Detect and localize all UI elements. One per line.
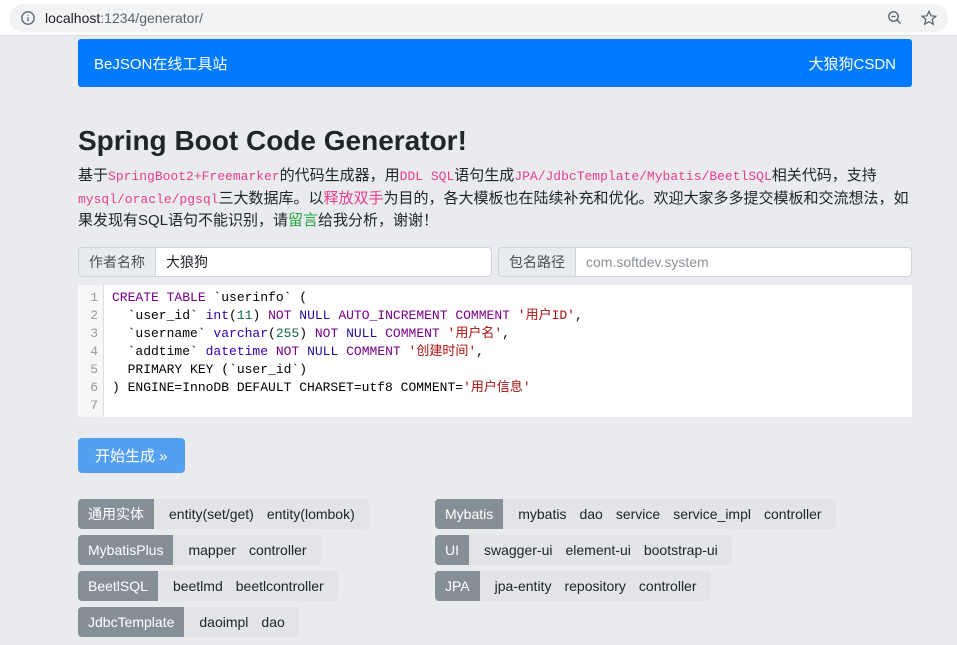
code-line: `user_id` int(11) NOT NULL AUTO_INCREMEN… [112, 307, 912, 325]
template-group-JdbcTemplate: JdbcTemplate daoimpl dao [78, 607, 299, 637]
template-item-beetlcontroller[interactable]: beetlcontroller [236, 578, 324, 594]
group-label: Mybatis [435, 499, 503, 529]
template-item-service_impl[interactable]: service_impl [673, 506, 751, 522]
intro-segment-link-green[interactable]: 留言 [288, 212, 318, 229]
line-number: 6 [78, 379, 103, 397]
template-groups-left: 通用实体 entity(set/get) entity(lombok) Mybatis… [78, 499, 435, 643]
group-items: daoimpl dao [184, 607, 298, 637]
template-group-MybatisPlus: MybatisPlus mapper controller [78, 535, 321, 565]
line-number: 7 [78, 397, 103, 415]
group-label: JdbcTemplate [78, 607, 184, 637]
info-icon[interactable] [19, 9, 37, 27]
line-number: 2 [78, 307, 103, 325]
template-group-Mybatis: Mybatis mybatis dao service service_impl cont… [435, 499, 836, 529]
template-item-controller[interactable]: controller [639, 578, 697, 594]
intro-segment-code: mysql/oracle/pgsql [78, 192, 218, 207]
code-line: ) ENGINE=InnoDB DEFAULT CHARSET=utf8 COM… [112, 379, 912, 397]
template-item-dao[interactable]: dao [579, 506, 602, 522]
template-item-element-ui[interactable]: element-ui [565, 542, 630, 558]
intro-segment-code: JPA/JdbcTemplate/Mybatis/BeetlSQL [514, 169, 771, 184]
group-items: entity(set/get) entity(lombok) [154, 499, 369, 529]
template-item-swagger-ui[interactable]: swagger-ui [484, 542, 552, 558]
editor-line-numbers: 1234567 [78, 285, 104, 417]
group-items: jpa-entity repository controller [480, 571, 711, 601]
template-group-通用实体: 通用实体 entity(set/get) entity(lombok) [78, 499, 369, 529]
group-items: swagger-ui element-ui bootstrap-ui [469, 535, 732, 565]
intro-segment-text: 三大数据库。以 [218, 190, 323, 207]
package-input[interactable] [575, 247, 912, 277]
template-group-UI: UI swagger-ui element-ui bootstrap-ui [435, 535, 732, 565]
group-label: MybatisPlus [78, 535, 173, 565]
group-label: 通用实体 [78, 499, 154, 529]
settings-form: 作者名称 包名路径 [78, 247, 912, 277]
template-item-mybatis[interactable]: mybatis [518, 506, 566, 522]
group-label: BeetlSQL [78, 571, 158, 601]
template-group-JPA: JPA jpa-entity repository controller [435, 571, 711, 601]
group-items: mybatis dao service service_impl controller [503, 499, 835, 529]
intro-segment-text: 的代码生成器，用 [280, 167, 400, 184]
page-title: Spring Boot Code Generator! [78, 124, 912, 158]
group-label: UI [435, 535, 469, 565]
code-line: `username` varchar(255) NOT NULL COMMENT… [112, 325, 912, 343]
line-number: 4 [78, 343, 103, 361]
template-item-service[interactable]: service [616, 506, 660, 522]
url-host: localhost [45, 10, 100, 26]
template-item-controller[interactable]: controller [249, 542, 307, 558]
template-item-dao[interactable]: dao [261, 614, 284, 630]
group-items: beetlmd beetlcontroller [158, 571, 338, 601]
url-path: :1234/generator/ [100, 10, 203, 26]
generate-button[interactable]: 开始生成 » [78, 438, 185, 473]
site-navbar: BeJSON在线工具站 大狼狗CSDN [78, 39, 912, 87]
template-item-jpa-entity[interactable]: jpa-entity [495, 578, 552, 594]
template-item-entity(set/get)[interactable]: entity(set/get) [169, 506, 254, 522]
intro-segment-code: SpringBoot2+Freemarker [108, 169, 280, 184]
template-groups-right: Mybatismybatisdaoserviceservice_implcont… [435, 499, 912, 643]
intro-segment-text: 给我分析，谢谢！ [318, 212, 438, 229]
sql-editor[interactable]: 1234567 CREATE TABLE `userinfo` ( `user_… [78, 285, 912, 417]
page-container: BeJSON在线工具站 大狼狗CSDN Spring Boot Code Gen… [78, 39, 912, 643]
group-items: mapper controller [173, 535, 320, 565]
csdn-link[interactable]: 大狼狗CSDN [808, 53, 896, 74]
code-line: `addtime` datetime NOT NULL COMMENT '创建时… [112, 343, 912, 361]
editor-code[interactable]: CREATE TABLE `userinfo` ( `user_id` int(… [104, 285, 912, 417]
author-input[interactable] [155, 247, 492, 277]
template-group-BeetlSQL: BeetlSQL beetlmd beetlcontroller [78, 571, 338, 601]
code-line: CREATE TABLE `userinfo` ( [112, 289, 912, 307]
template-item-beetlmd[interactable]: beetlmd [173, 578, 223, 594]
template-item-controller[interactable]: controller [764, 506, 822, 522]
template-item-repository[interactable]: repository [564, 578, 625, 594]
intro-segment-link-pink[interactable]: 释放双手 [323, 190, 383, 207]
line-number: 3 [78, 325, 103, 343]
template-groups: 通用实体 entity(set/get) entity(lombok) Mybatis… [78, 499, 912, 643]
template-item-mapper[interactable]: mapper [188, 542, 235, 558]
intro-segment-code: DDL SQL [400, 169, 455, 184]
package-input-group: 包名路径 [498, 247, 912, 277]
star-icon[interactable] [920, 9, 938, 27]
zoom-out-icon[interactable] [886, 9, 904, 27]
line-number: 5 [78, 361, 103, 379]
intro-segment-text: 相关代码，支持 [772, 167, 877, 184]
code-line: PRIMARY KEY (`user_id`) [112, 361, 912, 379]
template-item-daoimpl[interactable]: daoimpl [199, 614, 248, 630]
author-input-group: 作者名称 [78, 247, 492, 277]
line-number: 1 [78, 289, 103, 307]
template-item-bootstrap-ui[interactable]: bootstrap-ui [644, 542, 718, 558]
intro-segment-text: 基于 [78, 167, 108, 184]
intro-segment-text: 语句生成 [454, 167, 514, 184]
intro-text: 基于SpringBoot2+Freemarker的代码生成器，用DDL SQL语… [78, 165, 912, 232]
author-label: 作者名称 [78, 247, 155, 277]
brand-link[interactable]: BeJSON在线工具站 [94, 53, 227, 74]
code-line [112, 397, 912, 415]
browser-chrome: localhost:1234/generator/ [0, 0, 957, 36]
template-item-entity(lombok)[interactable]: entity(lombok) [267, 506, 355, 522]
package-label: 包名路径 [498, 247, 575, 277]
group-label: JPA [435, 571, 480, 601]
address-bar[interactable]: localhost:1234/generator/ [9, 4, 948, 32]
url-text[interactable]: localhost:1234/generator/ [45, 10, 886, 26]
